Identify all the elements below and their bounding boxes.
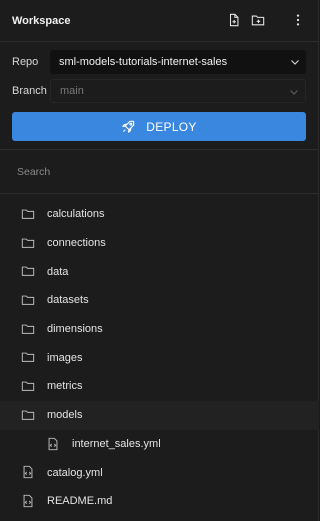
- divider: [0, 149, 319, 150]
- chevron-down-icon: [291, 60, 299, 65]
- repo-select[interactable]: sml-models-tutorials-internet-sales: [50, 50, 306, 74]
- tree-item-label: datasets: [47, 294, 89, 307]
- tree-folder-datasets[interactable]: datasets: [0, 286, 319, 315]
- branch-value: main: [60, 85, 84, 97]
- tree-item-label: dimensions: [47, 323, 103, 336]
- tree-item-label: catalog.yml: [47, 466, 103, 479]
- workspace-header: Workspace: [0, 0, 319, 42]
- tree-item-label: data: [47, 265, 69, 278]
- tree-file-internet-sales[interactable]: internet_sales.yml: [0, 430, 319, 459]
- workspace-panel: Workspace Repo sml-models-tutorials-inte…: [0, 0, 319, 521]
- folder-icon: [21, 207, 35, 221]
- tree-folder-images[interactable]: images: [0, 343, 319, 372]
- folder-icon: [21, 408, 35, 422]
- branch-row: Branch main: [0, 79, 319, 103]
- tree-folder-models[interactable]: models: [0, 400, 319, 430]
- tree-file-readme[interactable]: README.md: [0, 487, 319, 516]
- search-input[interactable]: [17, 166, 297, 178]
- tree-file-catalog[interactable]: catalog.yml: [0, 458, 319, 487]
- folder-icon: [21, 350, 35, 364]
- tree-item-label: metrics: [47, 380, 83, 393]
- tree-folder-calculations[interactable]: calculations: [0, 200, 319, 229]
- code-file-icon: [21, 494, 35, 508]
- code-file-icon: [21, 465, 35, 479]
- deploy-label: DEPLOY: [146, 119, 197, 134]
- new-file-icon[interactable]: [226, 12, 242, 28]
- tree-item-label: connections: [47, 237, 106, 250]
- new-folder-icon[interactable]: [250, 12, 266, 28]
- deploy-button[interactable]: DEPLOY: [12, 112, 306, 141]
- tree-item-label: README.md: [47, 495, 113, 508]
- tree-item-label: calculations: [47, 208, 105, 221]
- folder-icon: [21, 293, 35, 307]
- rocket-icon: [122, 120, 135, 133]
- branch-label: Branch: [12, 85, 47, 97]
- folder-icon: [21, 379, 35, 393]
- repo-label: Repo: [12, 56, 39, 68]
- tree-item-label: internet_sales.yml: [72, 437, 161, 450]
- code-file-icon: [46, 437, 60, 451]
- tree-folder-data[interactable]: data: [0, 257, 319, 286]
- more-vertical-icon[interactable]: [290, 12, 306, 28]
- tree-folder-dimensions[interactable]: dimensions: [0, 315, 319, 344]
- tree-folder-connections[interactable]: connections: [0, 229, 319, 258]
- repo-row: Repo sml-models-tutorials-internet-sales: [0, 50, 319, 74]
- file-tree: calculations connections data datasets d…: [0, 200, 319, 516]
- folder-icon: [21, 264, 35, 278]
- tree-item-label: models: [47, 409, 83, 422]
- chevron-down-icon: [290, 90, 298, 95]
- folder-icon: [21, 322, 35, 336]
- search-field[interactable]: [0, 158, 319, 186]
- folder-icon: [21, 236, 35, 250]
- branch-select[interactable]: main: [50, 79, 306, 103]
- tree-folder-metrics[interactable]: metrics: [0, 372, 319, 401]
- repo-value: sml-models-tutorials-internet-sales: [59, 56, 228, 68]
- tree-item-label: images: [47, 351, 83, 364]
- workspace-title: Workspace: [12, 14, 71, 27]
- divider: [0, 193, 319, 194]
